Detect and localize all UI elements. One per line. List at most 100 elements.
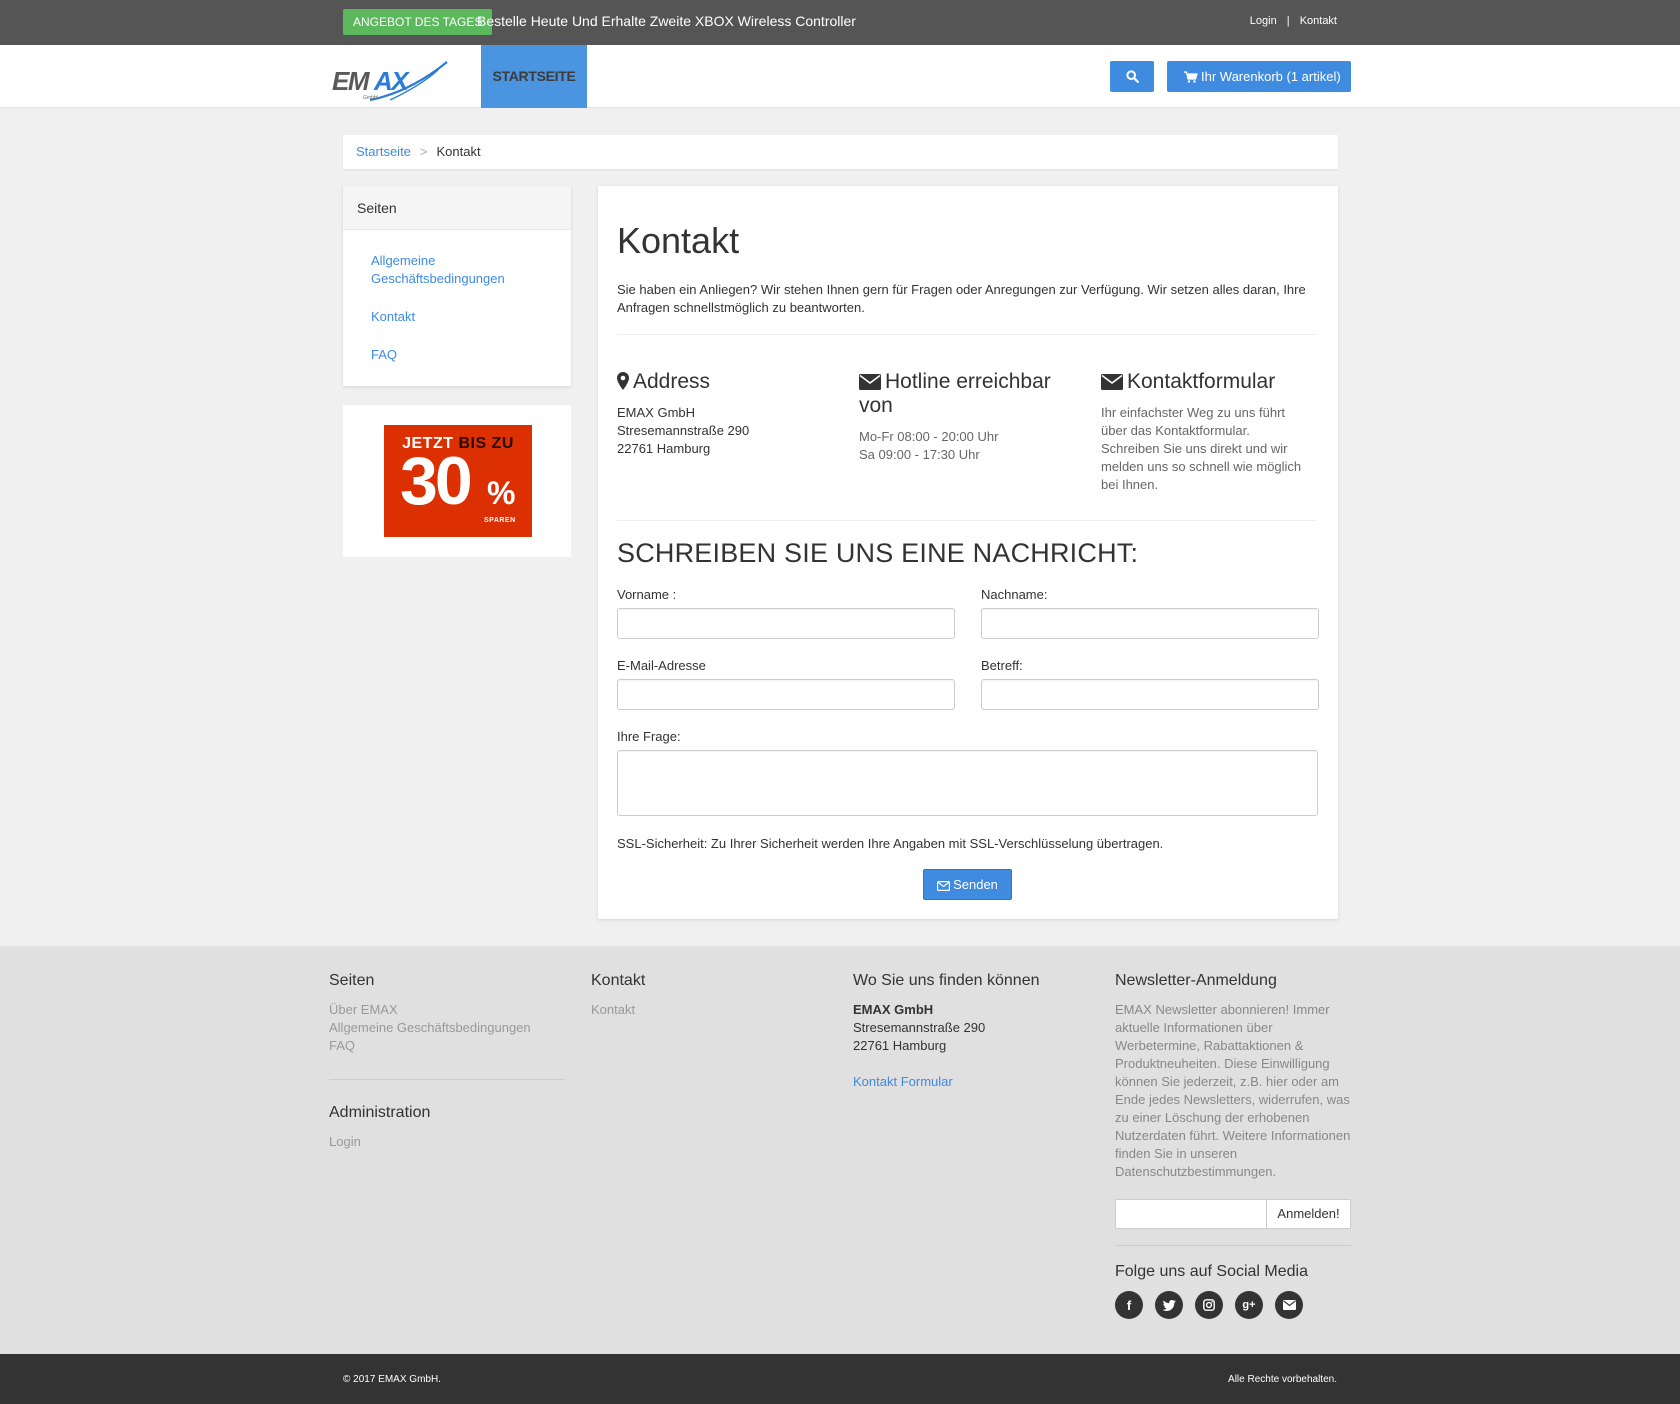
newsletter-submit-button[interactable]: Anmelden!: [1267, 1199, 1351, 1229]
rights-text: Alle Rechte vorbehalten.: [1228, 1374, 1337, 1385]
divider: [1115, 1245, 1351, 1246]
newsletter-form: Anmelden!: [1115, 1199, 1351, 1229]
footer-link-login[interactable]: Login: [329, 1133, 565, 1151]
promo-banner[interactable]: JETZT BIS ZU 30 % SPAREN: [384, 425, 532, 537]
envelope-icon: [1101, 374, 1123, 390]
newsletter-text: EMAX Newsletter abonnieren! Immer aktuel…: [1115, 1002, 1351, 1179]
copyright: © 2017 EMAX GmbH.: [343, 1374, 441, 1385]
envelope-icon: [859, 374, 881, 390]
sidebar-item-faq[interactable]: FAQ: [371, 346, 543, 364]
address-title: Address: [617, 370, 827, 394]
question-textarea[interactable]: [617, 750, 1318, 816]
send-button[interactable]: Senden: [923, 869, 1012, 900]
social-title: Folge uns auf Social Media: [1115, 1263, 1308, 1280]
footer-link-agb[interactable]: Allgemeine Geschäftsbedingungen: [329, 1019, 565, 1037]
newsletter-email-input[interactable]: [1115, 1199, 1267, 1229]
header: EM AX GmbH STARTSEITE Ihr Warenkorb (1 a…: [0, 45, 1680, 108]
email-label: E-Mail-Adresse: [617, 658, 706, 673]
sidebar-item-agb[interactable]: Allgemeine Geschäftsbedingungen: [371, 252, 543, 288]
cart-label: Ihr Warenkorb (1 artikel): [1201, 69, 1341, 84]
firstname-label: Vorname :: [617, 587, 677, 602]
bottom-bar: © 2017 EMAX GmbH. Alle Rechte vorbehalte…: [0, 1354, 1680, 1404]
contact-link[interactable]: Kontakt: [1300, 15, 1337, 27]
instagram-icon[interactable]: [1195, 1291, 1223, 1319]
footer-link-faq[interactable]: FAQ: [329, 1037, 565, 1055]
search-button[interactable]: [1110, 61, 1154, 92]
footer-contact-title: Kontakt: [591, 972, 646, 989]
footer-city: 22761 Hamburg: [853, 1038, 947, 1053]
hotline-title: Hotline erreichbar von: [859, 370, 1051, 417]
promo-box: JETZT BIS ZU 30 % SPAREN: [343, 405, 571, 557]
deal-badge: ANGEBOT DES TAGES: [343, 9, 493, 35]
promo-big-number: 30: [400, 443, 473, 519]
ssl-note: SSL-Sicherheit: Zu Ihrer Sicherheit werd…: [617, 836, 1164, 851]
map-marker-icon: [617, 372, 629, 390]
footer-pages-title: Seiten: [329, 972, 375, 989]
hotline-line1: Mo-Fr 08:00 - 20:00 Uhr: [859, 429, 999, 444]
login-link[interactable]: Login: [1250, 15, 1277, 27]
topbar: ANGEBOT DES TAGES Bestelle Heute Und Erh…: [0, 0, 1680, 45]
top-links: Login | Kontakt: [1250, 15, 1337, 27]
divider: [617, 520, 1317, 521]
main-content: Kontakt Sie haben ein Anliegen? Wir steh…: [598, 186, 1338, 919]
deal-text[interactable]: Bestelle Heute Und Erhalte Zweite XBOX W…: [477, 13, 856, 29]
lastname-input[interactable]: [981, 608, 1319, 639]
sidebar-item-kontakt[interactable]: Kontakt: [371, 308, 543, 326]
svg-text:AX: AX: [373, 66, 410, 96]
lastname-label: Nachname:: [981, 587, 1048, 602]
breadcrumb-separator: >: [419, 144, 428, 159]
emax-logo-icon: EM AX GmbH: [332, 61, 448, 102]
nav-home[interactable]: STARTSEITE: [481, 45, 587, 108]
divider: [329, 1079, 565, 1080]
google-plus-icon[interactable]: g+: [1235, 1291, 1263, 1319]
promo-sub: SPAREN: [484, 517, 516, 524]
facebook-icon[interactable]: f: [1115, 1291, 1143, 1319]
question-label: Ihre Frage:: [617, 729, 681, 744]
footer-link-about[interactable]: Über EMAX: [329, 1001, 565, 1019]
svg-text:EM: EM: [332, 66, 371, 96]
page-title: Kontakt: [617, 220, 740, 261]
send-label: Senden: [953, 877, 998, 892]
logo-sub: GmbH: [363, 95, 378, 101]
sidebar-title: Seiten: [343, 186, 571, 230]
address-line3: 22761 Hamburg: [617, 441, 711, 456]
search-icon: [1125, 70, 1139, 83]
twitter-icon[interactable]: [1155, 1291, 1183, 1319]
promo-percent: %: [487, 475, 516, 511]
address-text: EMAX GmbH Stresemannstraße 290 22761 Ham…: [617, 404, 827, 458]
email-icon[interactable]: [1275, 1291, 1303, 1319]
footer-contact: Kontakt Kontakt: [591, 972, 827, 1019]
cart-button[interactable]: Ihr Warenkorb (1 artikel): [1167, 61, 1351, 92]
shopping-cart-icon: [1184, 71, 1198, 83]
hotline-column: Hotline erreichbar von Mo-Fr 08:00 - 20:…: [859, 370, 1069, 464]
footer-link-contact[interactable]: Kontakt: [591, 1001, 827, 1019]
envelope-outline-icon: [937, 881, 951, 892]
contactform-column: Kontaktformular Ihr einfachster Weg zu u…: [1101, 370, 1311, 494]
contactform-text: Ihr einfachster Weg zu uns führt über da…: [1101, 405, 1302, 492]
hotline-line2: Sa 09:00 - 17:30 Uhr: [859, 447, 980, 462]
address-column: Address EMAX GmbH Stresemannstraße 290 2…: [617, 370, 827, 458]
address-line1: EMAX GmbH: [617, 405, 696, 420]
firstname-input[interactable]: [617, 608, 955, 639]
footer-pages: Seiten Über EMAX Allgemeine Geschäftsbed…: [329, 972, 565, 1151]
intro-text: Sie haben ein Anliegen? Wir stehen Ihnen…: [617, 282, 1306, 315]
sidebar-list: Allgemeine Geschäftsbedingungen Kontakt …: [343, 230, 571, 364]
footer-newsletter-title: Newsletter-Anmeldung: [1115, 972, 1277, 989]
hotline-text: Mo-Fr 08:00 - 20:00 Uhr Sa 09:00 - 17:30…: [859, 428, 1069, 464]
footer-form-link[interactable]: Kontakt Formular: [853, 1073, 1089, 1091]
breadcrumb-current: Kontakt: [436, 144, 481, 159]
footer-location-title: Wo Sie uns finden können: [853, 972, 1040, 989]
breadcrumb: Startseite > Kontakt: [343, 135, 1338, 169]
footer-location: Wo Sie uns finden können EMAX GmbH Stres…: [853, 972, 1089, 1091]
footer: Seiten Über EMAX Allgemeine Geschäftsbed…: [0, 946, 1680, 1354]
email-input[interactable]: [617, 679, 955, 710]
address-line2: Stresemannstraße 290: [617, 423, 750, 438]
footer-street: Stresemannstraße 290: [853, 1020, 986, 1035]
footer-company: EMAX GmbH: [853, 1002, 934, 1017]
subject-input[interactable]: [981, 679, 1319, 710]
separator: |: [1286, 15, 1290, 27]
contactform-title: Kontaktformular: [1101, 370, 1311, 394]
logo[interactable]: EM AX GmbH: [330, 56, 455, 106]
breadcrumb-home[interactable]: Startseite: [356, 144, 411, 159]
divider: [617, 334, 1317, 335]
